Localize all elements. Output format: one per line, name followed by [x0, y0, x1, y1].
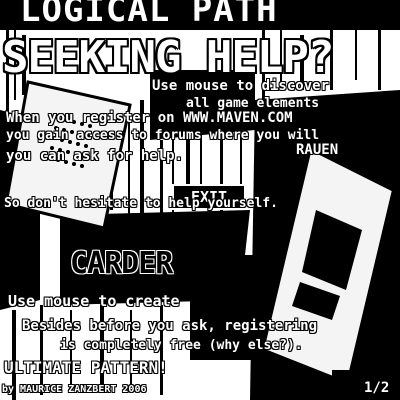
page-title: SEEKING HELP? [2, 32, 334, 83]
ultimate-pattern: ULTIMATE PATTERN! [4, 358, 168, 377]
register-info: When you register on WWW.MAVEN.COM [6, 110, 293, 126]
page-indicator[interactable]: 1/2 [364, 380, 389, 396]
game-screen: LOGICAL PATH SEEKING HELP? Use mouse to … [0, 0, 400, 400]
author-credit: by MAURICE ZANZBERT 2006 [2, 384, 147, 395]
carder-subtitle: Use mouse to create [8, 292, 180, 310]
domain-tag: RAUEN [296, 142, 339, 158]
footnote-line1: Besides before you ask, registering [22, 318, 318, 334]
access-info-line1: you gain access to forums where you will [6, 128, 320, 143]
access-info-line2: you can ask for help. [6, 148, 184, 164]
mouse-hint: Use mouse to discover [152, 78, 330, 94]
carder-label: CARDER [70, 246, 173, 281]
header-banner: LOGICAL PATH [20, 0, 278, 30]
footnote-line2: is completely free (why else?). [60, 338, 303, 353]
hesitate-text: So don't hesitate to help yourself. [4, 196, 278, 211]
mouse-hint-tail: all game elements [186, 96, 320, 111]
